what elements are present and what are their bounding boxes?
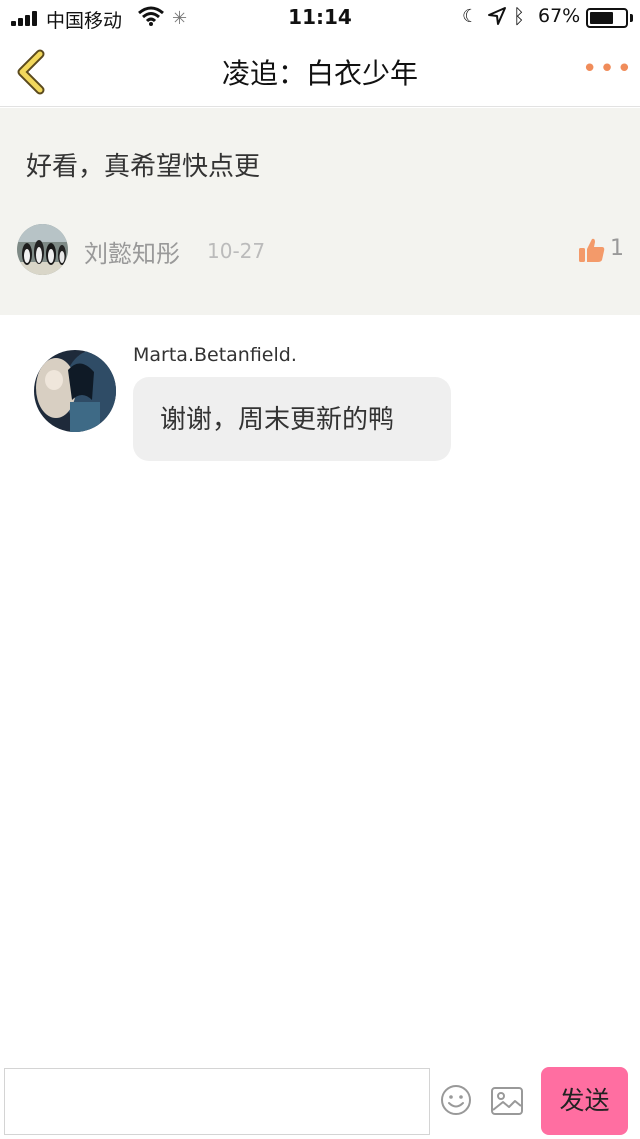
emoji-icon[interactable] [440,1084,472,1116]
status-bar: 中国移动 ✳ 11:14 ☾ ᛒ 67% [0,0,640,36]
reply-message: 谢谢，周末更新的鸭 [160,405,395,435]
battery-nub [630,14,633,22]
battery-icon [586,8,628,28]
comment-author[interactable]: 刘懿知彤 [84,234,180,269]
image-icon[interactable] [490,1086,524,1116]
like-count: 1 [610,236,624,261]
anime-avatar-image [34,350,116,432]
page-title: 凌追：白衣少年 [221,57,418,90]
nav-bar: 凌追：白衣少年 ••• [0,36,640,107]
message-input[interactable] [4,1068,430,1135]
location-icon [488,7,506,25]
battery-level [590,12,613,24]
more-options-icon[interactable]: ••• [582,54,632,84]
battery-percent: 67% [538,5,581,27]
penguins-avatar-image [17,224,68,275]
original-comment: 好看，真希望快点更 刘懿知彤 10-27 1 [0,108,640,315]
send-button[interactable]: 发送 [541,1067,628,1135]
avatar[interactable] [17,224,68,275]
input-bar: 发送 [0,1062,640,1139]
reply-author: Marta.Betanfield. [133,344,297,366]
do-not-disturb-icon: ☾ [462,6,479,27]
thumbs-up-icon[interactable] [578,236,606,264]
bluetooth-icon: ᛒ [513,4,525,28]
avatar[interactable] [34,350,116,432]
comment-date: 10-27 [207,239,266,263]
reply-bubble: 谢谢，周末更新的鸭 [133,377,451,461]
comment-text: 好看，真希望快点更 [26,152,261,182]
